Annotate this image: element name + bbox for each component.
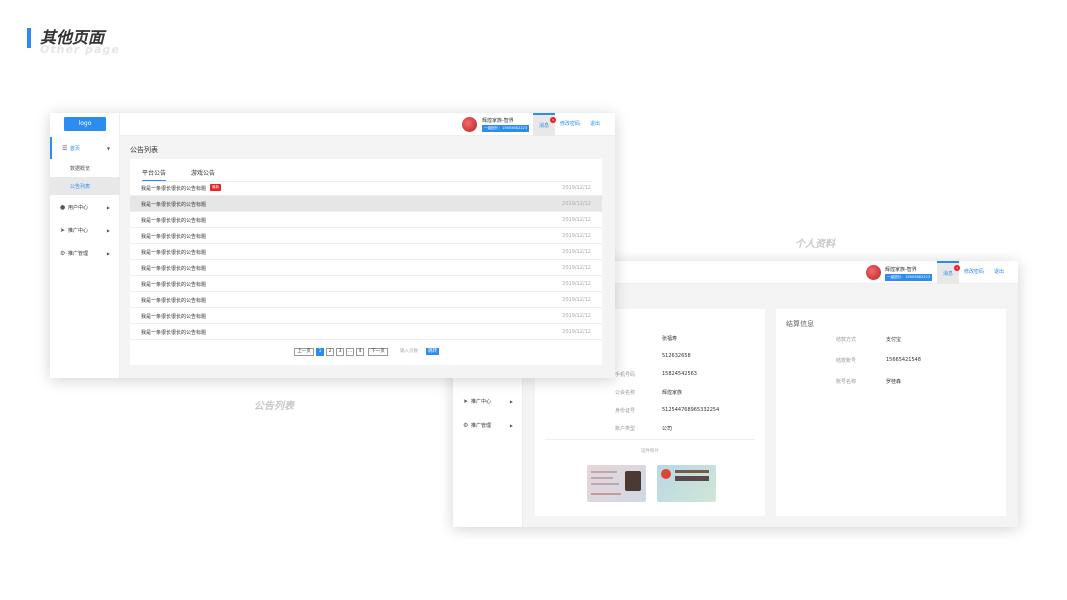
id-card-front-image[interactable] [587,465,646,502]
sidebar: logo ☰ 首页 ▼ 数据概览 公告列表 ● 用户中心 ▶ ➤ 推广中心 ▶ ⚙ 推广管理 ▶ [50,113,120,378]
table-row[interactable]: 我是一条很长很长的公告标题 2019/12/12 [130,196,602,212]
table-row[interactable]: 我是一条很长很长的公告标题 2019/12/12 [130,228,602,244]
title-accent-bar [27,28,31,48]
table-row[interactable]: 我是一条很长很长的公告标题 2019/12/12 [130,260,602,276]
sidebar-item-label: 首页 [70,145,81,152]
caret-icon: ▶ [106,250,110,256]
emblem-icon [661,469,671,479]
user-icon: ● [60,203,66,211]
table-row[interactable]: 我是一条很长很长的公告标题 最新 2019/12/12 [130,180,602,196]
caption-notice-list: 公告列表 [254,401,294,412]
portrait-icon [625,471,641,491]
settlement-title: 结算信息 [786,320,814,328]
page-ellipsis: ... [346,348,354,356]
logout-button[interactable]: 退出 [585,113,605,136]
prev-page-button[interactable]: 上一页 [294,348,314,356]
page-button-1[interactable]: 1 [316,348,324,356]
sidebar-item-label: 用户中心 [68,204,89,211]
chevron-down-icon: ▼ [106,145,110,151]
page-button-3[interactable]: 3 [336,348,344,356]
sidebar-item-promotion[interactable]: ➤ 推广中心 ▶ [453,390,523,412]
section-title: 公告列表 [130,146,158,154]
next-page-button[interactable]: 下一页 [368,348,388,356]
caret-icon: ▶ [106,204,110,210]
table-row[interactable]: 我是一条很长很长的公告标题 2019/12/12 [130,308,602,324]
sidebar-item-promotion[interactable]: ➤ 推广中心 ▶ [50,219,120,241]
caret-icon: ▶ [509,398,513,404]
user-name: 辉煌家族-智界 [482,118,514,124]
gear-icon: ⚙ [60,249,66,257]
logo[interactable]: logo [64,117,106,131]
list-icon: ☰ [62,144,68,152]
table-row[interactable]: 我是一条很长很长的公告标题 2019/12/12 [130,324,602,340]
settlement-card: 结算信息 结款方式 支付宝 结款账号 15665421548 账号名称 罗桂森 [776,309,1006,516]
page-number-input[interactable]: 输入页数 [400,348,418,356]
notice-list-window: logo ☰ 首页 ▼ 数据概览 公告列表 ● 用户中心 ▶ ➤ 推广中心 ▶ ⚙ 推广管理 ▶… [50,113,615,378]
main-content: 公告列表 平台公告 游戏公告 我是一条很长很长的公告标题 最新 2019/12/12… [120,136,615,378]
avatar[interactable] [462,117,477,132]
sidebar-item-home[interactable]: ☰ 首页 ▼ [50,137,120,159]
sidebar-item-label: 推广管理 [471,422,492,429]
id-photo-label: 证件照片 [641,449,659,454]
logout-button[interactable]: 退出 [989,261,1009,284]
notice-panel: 平台公告 游戏公告 我是一条很长很长的公告标题 最新 2019/12/12 我是一条… [130,159,602,365]
sidebar-sub-overview[interactable]: 数据概览 [50,159,120,177]
sidebar-item-promotion-manage[interactable]: ⚙ 推广管理 ▶ [50,242,120,264]
user-phone: 一级团长：15605682223 [885,274,933,281]
new-badge: 最新 [210,184,221,191]
message-badge: 3 [954,265,960,271]
go-button[interactable]: 跳转 [426,348,439,355]
change-password-button[interactable]: 修改密码 [557,113,583,136]
send-icon: ➤ [463,397,469,405]
header: 辉煌家族-智界 一级团长：15605682223 消息 3 修改密码 退出 [120,113,615,136]
gear-icon: ⚙ [463,421,469,429]
tab-game[interactable]: 游戏公告 [191,168,215,180]
id-card-back-image[interactable] [657,465,716,502]
page-subtitle: Other page [40,43,120,56]
message-badge: 3 [550,117,556,123]
caret-icon: ▶ [509,422,513,428]
avatar[interactable] [866,265,881,280]
user-name: 辉煌家族-智界 [885,267,917,273]
table-row[interactable]: 我是一条很长很长的公告标题 2019/12/12 [130,212,602,228]
sidebar-item-label: 推广中心 [68,227,89,234]
caret-icon: ▶ [106,227,110,233]
sidebar-item-label: 推广管理 [68,250,89,257]
sidebar-item-label: 推广中心 [471,398,492,405]
page-button-4[interactable]: 4 [356,348,364,356]
page-button-2[interactable]: 2 [326,348,334,356]
table-row[interactable]: 我是一条很长很长的公告标题 2019/12/12 [130,244,602,260]
table-row[interactable]: 我是一条很长很长的公告标题 2019/12/12 [130,292,602,308]
sidebar-item-users[interactable]: ● 用户中心 ▶ [50,196,120,218]
divider [545,439,755,440]
change-password-button[interactable]: 修改密码 [961,261,987,284]
caption-profile: 个人资料 [795,239,835,250]
send-icon: ➤ [60,226,66,234]
sidebar-item-promotion-manage[interactable]: ⚙ 推广管理 ▶ [453,414,523,436]
sidebar-sub-notice-list[interactable]: 公告列表 [50,177,120,195]
user-phone: 一级团长：15605682223 [482,125,530,132]
table-row[interactable]: 我是一条很长很长的公告标题 2019/12/12 [130,276,602,292]
